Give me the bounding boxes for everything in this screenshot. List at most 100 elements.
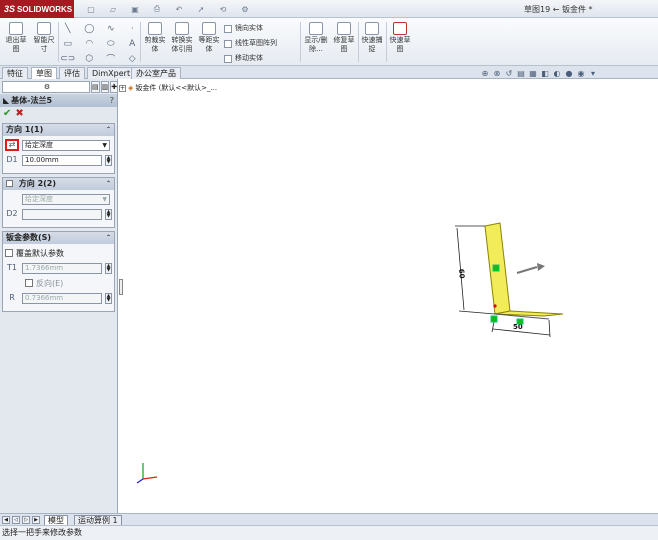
offset-entities-button[interactable]: 等距实体 bbox=[197, 22, 221, 54]
depth-input[interactable]: 10.00mm bbox=[22, 154, 102, 166]
save-icon[interactable]: ▣ bbox=[126, 3, 144, 15]
vertical-relation-marker[interactable] bbox=[492, 264, 500, 272]
offset-entities-label: 等距实体 bbox=[198, 36, 220, 53]
tab-dimxpert[interactable]: DimXpert bbox=[87, 67, 136, 79]
mirror-entities-button[interactable]: 镜向实体 bbox=[224, 21, 277, 36]
property-manager-tab-icon[interactable]: ▤ bbox=[91, 81, 100, 93]
graphics-area[interactable]: + ◈ 钣金件 (默认<<默认>_... 60 50 bbox=[119, 79, 658, 513]
ellipse-icon[interactable]: ⬭ bbox=[103, 39, 119, 49]
thickness-spinner[interactable]: ▲ ▼ bbox=[105, 262, 112, 274]
ds-logo-mark: 3S bbox=[4, 4, 16, 14]
next-tab-icon[interactable]: ▷ bbox=[22, 516, 30, 524]
zoom-area-icon[interactable]: ⊗ bbox=[492, 69, 502, 78]
tab-evaluate[interactable]: 评估 bbox=[59, 67, 85, 79]
reverse-thickness-label: 反向(E) bbox=[36, 278, 64, 288]
reverse-thickness-row[interactable]: 反向(E) bbox=[5, 277, 112, 289]
dim-vertical-text[interactable]: 60 bbox=[457, 268, 466, 279]
thickness-input[interactable]: 1.7366mm bbox=[22, 262, 102, 274]
undo-icon[interactable]: ↶ bbox=[170, 3, 188, 15]
open-icon[interactable]: ▱ bbox=[104, 3, 122, 15]
depth-icon: D1 bbox=[6, 155, 18, 164]
ribbon-divider bbox=[140, 22, 141, 62]
bend-radius-input[interactable]: 0.7366mm bbox=[22, 292, 102, 304]
convert-entities-button[interactable]: 转换实体引用 bbox=[169, 22, 195, 54]
show-delete-relations-button[interactable]: 显示/删除... bbox=[302, 22, 330, 54]
rapid-sketch-button[interactable]: 快速草图 bbox=[388, 22, 412, 54]
last-tab-icon[interactable]: ▶ bbox=[32, 516, 40, 524]
feature-tree-tab-icon[interactable]: ⚙ bbox=[2, 81, 90, 93]
reverse-direction-icon[interactable]: ⇄ bbox=[5, 139, 19, 151]
print-icon[interactable]: ⎙ bbox=[148, 3, 166, 15]
solidworks-logo[interactable]: 3S SOLIDWORKS bbox=[0, 0, 74, 18]
arc-icon[interactable]: ◠ bbox=[82, 39, 98, 49]
direction2-checkbox[interactable] bbox=[6, 180, 13, 187]
polygon-icon[interactable]: ⬡ bbox=[82, 54, 98, 64]
rectangle-icon[interactable]: ▭ bbox=[60, 39, 76, 49]
depth2-input[interactable] bbox=[22, 208, 102, 220]
repair-sketch-label: 修复草图 bbox=[333, 36, 355, 53]
tab-features[interactable]: 特征 bbox=[2, 67, 28, 79]
direction1-header[interactable]: 方向 1(1) ⌃ bbox=[3, 124, 114, 136]
first-tab-icon[interactable]: ◀ bbox=[2, 516, 10, 524]
spline-icon[interactable]: ∿ bbox=[103, 24, 119, 34]
collapse-icon[interactable]: ⌃ bbox=[106, 232, 111, 244]
repair-sketch-icon bbox=[337, 22, 351, 35]
reverse-thickness-checkbox[interactable] bbox=[25, 279, 33, 287]
origin-point[interactable] bbox=[493, 304, 497, 308]
end-condition-value: 给定深度 bbox=[25, 140, 53, 149]
point-icon[interactable]: · bbox=[125, 24, 141, 34]
linear-pattern-button[interactable]: 线性草图阵列 bbox=[224, 36, 277, 51]
select-icon[interactable]: ➚ bbox=[192, 3, 210, 15]
section-view-icon[interactable]: ▤ bbox=[516, 69, 526, 78]
coincident-relation-marker[interactable] bbox=[490, 315, 498, 323]
override-defaults-row[interactable]: 覆盖默认参数 bbox=[5, 247, 112, 259]
smart-dimension-button[interactable]: 智能尺寸 bbox=[31, 22, 57, 54]
collapse-icon[interactable]: ⌃ bbox=[106, 178, 111, 190]
scene-icon[interactable]: ◉ bbox=[576, 69, 586, 78]
line-icon[interactable]: ╲ bbox=[60, 24, 76, 34]
slot-icon[interactable]: ⊂⊃ bbox=[60, 54, 76, 64]
new-icon[interactable]: ▢ bbox=[82, 3, 100, 15]
collapse-icon[interactable]: ⌃ bbox=[106, 124, 111, 136]
triad-z-axis bbox=[136, 478, 144, 484]
sheet-metal-parameters-header[interactable]: 钣金参数(S) ⌃ bbox=[3, 232, 114, 244]
fillet-icon[interactable]: ⌒ bbox=[103, 52, 119, 65]
rebuild-icon[interactable]: ⟲ bbox=[214, 3, 232, 15]
override-defaults-checkbox[interactable] bbox=[5, 249, 13, 257]
quick-snaps-button[interactable]: 快速捕捉 bbox=[360, 22, 384, 54]
cancel-icon[interactable]: ✖ bbox=[15, 108, 23, 119]
edit-appearance-icon[interactable]: ● bbox=[564, 69, 574, 78]
repair-sketch-button[interactable]: 修复草图 bbox=[332, 22, 356, 54]
dimxpert-tab-icon[interactable]: ✚ bbox=[110, 81, 119, 93]
direction2-end-condition-select[interactable]: 给定深度 ▼ bbox=[22, 193, 110, 205]
command-manager: 退出草图 智能尺寸 ╲ ◯ ∿ · ▭ ◠ ⬭ A ⊂⊃ ⬡ ⌒ ◇ 剪裁实体 … bbox=[0, 18, 658, 66]
trim-button[interactable]: 剪裁实体 bbox=[143, 22, 167, 54]
horizontal-relation-marker[interactable] bbox=[516, 318, 524, 325]
ribbon-divider bbox=[300, 22, 301, 62]
view-settings-icon[interactable]: ▾ bbox=[588, 69, 598, 78]
direction-arrow-handle[interactable] bbox=[537, 263, 545, 271]
linear-pattern-label: 线性草图阵列 bbox=[235, 39, 277, 47]
circle-icon[interactable]: ◯ bbox=[82, 24, 98, 34]
display-style-icon[interactable]: ◧ bbox=[540, 69, 550, 78]
hide-show-icon[interactable]: ◐ bbox=[552, 69, 562, 78]
tab-office-products[interactable]: 办公室产品 bbox=[131, 67, 181, 79]
ok-icon[interactable]: ✔ bbox=[3, 108, 11, 119]
previous-view-icon[interactable]: ↺ bbox=[504, 69, 514, 78]
config-manager-tab-icon[interactable]: ▥ bbox=[100, 81, 110, 93]
direction2-header[interactable]: 方向 2(2) ⌃ bbox=[3, 178, 114, 190]
zoom-to-fit-icon[interactable]: ⊕ bbox=[480, 69, 490, 78]
help-icon[interactable]: ? bbox=[110, 94, 114, 107]
bend-radius-spinner[interactable]: ▲ ▼ bbox=[105, 292, 112, 304]
depth2-spinner[interactable]: ▲ ▼ bbox=[105, 208, 112, 220]
depth-spinner[interactable]: ▲ ▼ bbox=[105, 154, 112, 166]
exit-sketch-button[interactable]: 退出草图 bbox=[3, 22, 29, 54]
text-icon[interactable]: A bbox=[125, 39, 141, 49]
end-condition-select[interactable]: 给定深度 ▼ bbox=[22, 139, 110, 151]
view-orientation-icon[interactable]: ▦ bbox=[528, 69, 538, 78]
options-icon[interactable]: ⚙ bbox=[236, 3, 254, 15]
prev-tab-icon[interactable]: ◁ bbox=[12, 516, 20, 524]
move-entities-button[interactable]: 移动实体 bbox=[224, 51, 277, 66]
plane-icon[interactable]: ◇ bbox=[125, 54, 141, 64]
tab-sketch[interactable]: 草图 bbox=[31, 67, 57, 79]
